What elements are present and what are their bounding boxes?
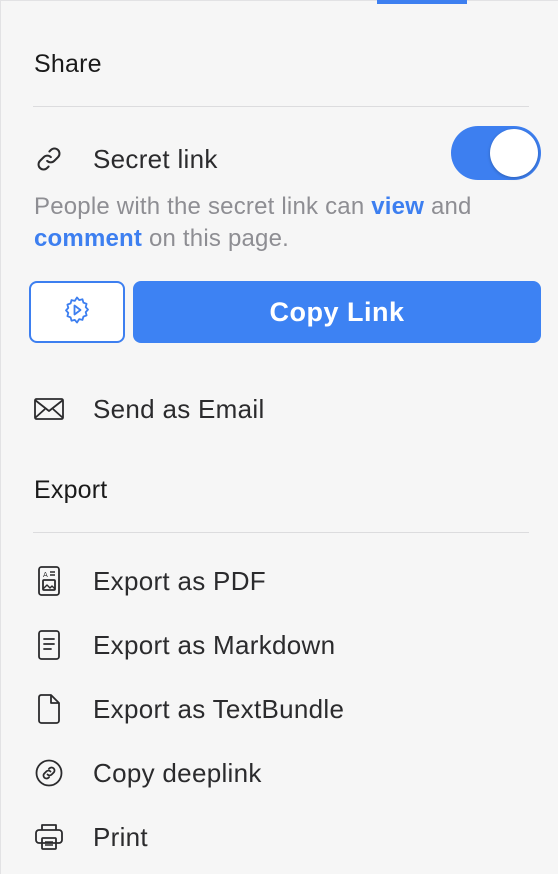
pdf-document-icon: A xyxy=(33,565,65,597)
svg-text:A: A xyxy=(43,571,48,579)
print-row[interactable]: Print xyxy=(33,817,528,857)
link-settings-button[interactable] xyxy=(29,281,125,343)
markdown-document-icon xyxy=(33,629,65,661)
description-text-3: on this page. xyxy=(142,225,289,252)
toggle-knob xyxy=(490,129,538,177)
view-permission-link[interactable]: view xyxy=(371,193,424,220)
share-divider xyxy=(33,106,529,107)
active-tab-indicator xyxy=(377,0,467,4)
share-section-title: Share xyxy=(34,50,102,78)
send-email-row[interactable]: Send as Email xyxy=(33,389,528,429)
copy-link-button[interactable]: Copy Link xyxy=(133,281,541,343)
export-textbundle-row[interactable]: Export as TextBundle xyxy=(33,689,528,729)
share-export-panel: Share Secret link People with the secret… xyxy=(0,0,558,874)
send-email-label: Send as Email xyxy=(93,393,265,424)
export-markdown-row[interactable]: Export as Markdown xyxy=(33,625,528,665)
secret-link-label: Secret link xyxy=(93,143,218,174)
panel-top-border xyxy=(1,0,558,5)
comment-permission-link[interactable]: comment xyxy=(34,225,142,252)
deeplink-icon xyxy=(33,757,65,789)
print-label: Print xyxy=(93,821,148,852)
secret-link-toggle[interactable] xyxy=(451,126,541,180)
export-divider xyxy=(33,532,529,533)
export-markdown-label: Export as Markdown xyxy=(93,629,336,660)
envelope-icon xyxy=(33,393,65,425)
export-section-title: Export xyxy=(34,476,108,504)
export-pdf-label: Export as PDF xyxy=(93,565,266,596)
export-textbundle-label: Export as TextBundle xyxy=(93,693,345,724)
link-icon xyxy=(33,143,65,175)
file-icon xyxy=(33,693,65,725)
secret-link-description: People with the secret link can view and… xyxy=(34,191,534,255)
copy-deeplink-label: Copy deeplink xyxy=(93,757,262,788)
description-text-1: People with the secret link can xyxy=(34,193,372,220)
printer-icon xyxy=(33,821,65,853)
export-pdf-row[interactable]: A Export as PDF xyxy=(33,561,528,601)
gear-icon xyxy=(61,294,93,331)
copy-deeplink-row[interactable]: Copy deeplink xyxy=(33,753,528,793)
description-text-2: and xyxy=(424,193,472,220)
